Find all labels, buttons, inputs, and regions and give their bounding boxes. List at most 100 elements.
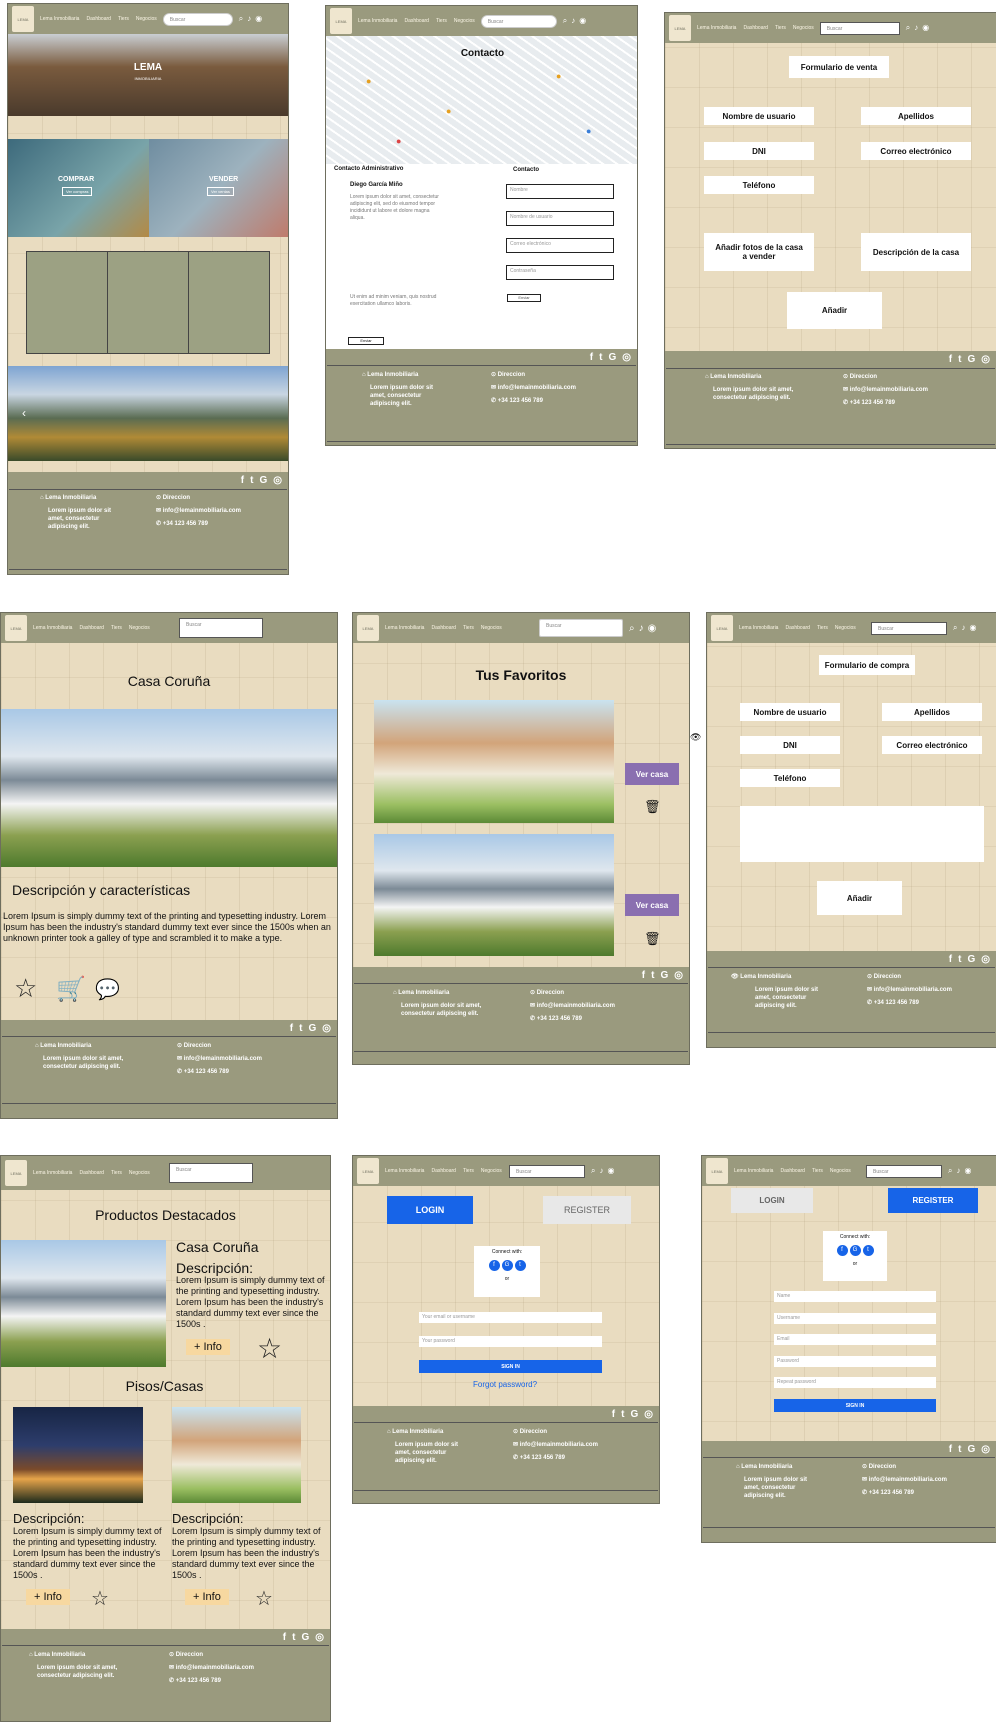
twitter-icon[interactable]: t [621,1409,624,1420]
nav-dashboard[interactable]: Dashboard [79,1170,103,1176]
user-icon[interactable]: ◉ [579,16,586,26]
map[interactable]: Contacto ● ● ● ● ● [326,36,637,164]
buy-panel[interactable]: COMPRAR Ver compras [8,139,149,237]
footer-email[interactable]: info@lemainmobiliaria.com [537,1003,615,1009]
google-icon[interactable]: G [301,1632,309,1643]
google-login-icon[interactable]: G [849,1245,861,1256]
logo[interactable]: LEMA [706,1158,728,1184]
footer-email[interactable]: info@lemainmobiliaria.com [163,508,241,514]
bell-icon[interactable]: ♪ [956,1166,960,1176]
nav-negocios[interactable]: Negocios [129,1170,150,1176]
favorite-star-icon[interactable]: ☆ [91,1586,109,1611]
search-icon[interactable]: ⌕ [948,1166,952,1176]
nav-dashboard[interactable]: Dashboard [431,1168,455,1174]
search-input[interactable]: Buscar [169,1163,253,1183]
map-pin-icon[interactable]: ● [366,76,371,86]
nav-tiers[interactable]: Tiers [463,625,474,631]
nav-negocios[interactable]: Negocios [793,25,814,31]
nav-negocios[interactable]: Negocios [454,18,475,24]
twitter-login-icon[interactable]: t [862,1245,874,1256]
logo[interactable]: LEMA [12,6,34,32]
view-house-button[interactable]: Ver casa [625,894,679,916]
login-tab[interactable]: LOGIN [387,1196,473,1224]
eye-icon[interactable]: 👁 [690,732,701,743]
footer-email[interactable]: info@lemainmobiliaria.com [184,1056,262,1062]
logo[interactable]: LEMA [357,615,379,641]
instagram-icon[interactable]: ◎ [644,1409,653,1420]
nav-dashboard[interactable]: Dashboard [404,18,428,24]
google-icon[interactable]: G [967,1444,975,1455]
email-field[interactable]: Correo electrónico [882,736,982,754]
nav-home[interactable]: Lema Inmobiliaria [739,625,778,631]
trash-icon[interactable]: 🗑 [644,931,661,947]
instagram-icon[interactable]: ◎ [981,1444,990,1455]
search-input[interactable]: Buscar [539,619,623,637]
carousel-image[interactable]: ‹ [8,366,288,461]
facebook-icon[interactable]: f [642,970,645,981]
logo[interactable]: LEMA [330,8,352,34]
view-house-button[interactable]: Ver casa [625,763,679,785]
footer-email[interactable]: info@lemainmobiliaria.com [176,1665,254,1671]
nav-negocios[interactable]: Negocios [481,625,502,631]
surname-field[interactable]: Apellidos [861,107,971,125]
search-icon[interactable]: ⌕ [239,14,243,24]
dni-field[interactable]: DNI [740,736,840,754]
logo[interactable]: LEMA [669,15,691,41]
password-input[interactable]: Your password [419,1336,602,1347]
buy-button[interactable]: Ver compras [62,187,93,196]
facebook-icon[interactable]: f [283,1632,286,1643]
twitter-icon[interactable]: t [958,354,961,365]
google-icon[interactable]: G [967,954,975,965]
footer-email[interactable]: info@lemainmobiliaria.com [850,387,928,393]
footer-email[interactable]: info@lemainmobiliaria.com [520,1442,598,1448]
map-pin-icon[interactable]: ● [396,136,401,146]
facebook-icon[interactable]: f [949,954,952,965]
map-pin-icon[interactable]: ● [586,126,591,136]
nav-tiers[interactable]: Tiers [436,18,447,24]
search-input[interactable]: Buscar [819,21,900,35]
nav-home[interactable]: Lema Inmobiliaria [385,625,424,631]
nav-negocios[interactable]: Negocios [835,625,856,631]
bell-icon[interactable]: ♪ [639,623,644,634]
nav-negocios[interactable]: Negocios [481,1168,502,1174]
eye-icon[interactable]: 👁 [731,974,739,980]
logo[interactable]: LEMA [5,615,27,641]
facebook-icon[interactable]: f [590,352,593,363]
twitter-login-icon[interactable]: t [514,1260,526,1271]
facebook-login-icon[interactable]: f [488,1260,500,1271]
register-tab[interactable]: REGISTER [543,1196,631,1224]
sign-in-button[interactable]: SIGN IN [774,1399,936,1412]
favorite-star-icon[interactable]: ☆ [257,1332,282,1365]
search-icon[interactable]: ⌕ [953,623,957,633]
user-icon[interactable]: ◉ [922,23,929,33]
featured-house-image[interactable] [1,1240,166,1367]
add-button[interactable]: Añadir [817,881,902,915]
user-icon[interactable]: ◉ [964,1166,971,1176]
google-icon[interactable]: G [630,1409,638,1420]
info-button[interactable]: + Info [26,1589,70,1605]
twitter-icon[interactable]: t [299,1023,302,1034]
info-button[interactable]: + Info [185,1589,229,1605]
footer-email[interactable]: info@lemainmobiliaria.com [498,385,576,391]
email-username-input[interactable]: Your email or username [419,1312,602,1323]
house-description-field[interactable]: Descripción de la casa [861,233,971,271]
nav-dashboard[interactable]: Dashboard [743,25,767,31]
twitter-icon[interactable]: t [958,954,961,965]
twitter-icon[interactable]: t [292,1632,295,1643]
login-tab[interactable]: LOGIN [731,1188,813,1213]
nav-tiers[interactable]: Tiers [812,1168,823,1174]
username-field[interactable]: Nombre de usuario [506,211,614,226]
message-textarea[interactable] [740,806,984,862]
google-icon[interactable]: G [967,354,975,365]
user-icon[interactable]: ◉ [255,14,262,24]
favorite-star-icon[interactable]: ☆ [255,1586,273,1611]
nav-dashboard[interactable]: Dashboard [79,625,103,631]
nav-negocios[interactable]: Negocios [136,16,157,22]
nav-tiers[interactable]: Tiers [817,625,828,631]
username-field[interactable]: Nombre de usuario [704,107,814,125]
search-icon[interactable]: ⌕ [563,16,567,26]
nav-dashboard[interactable]: Dashboard [86,16,110,22]
google-icon[interactable]: G [608,352,616,363]
nav-dashboard[interactable]: Dashboard [780,1168,804,1174]
google-login-icon[interactable]: G [501,1260,513,1271]
